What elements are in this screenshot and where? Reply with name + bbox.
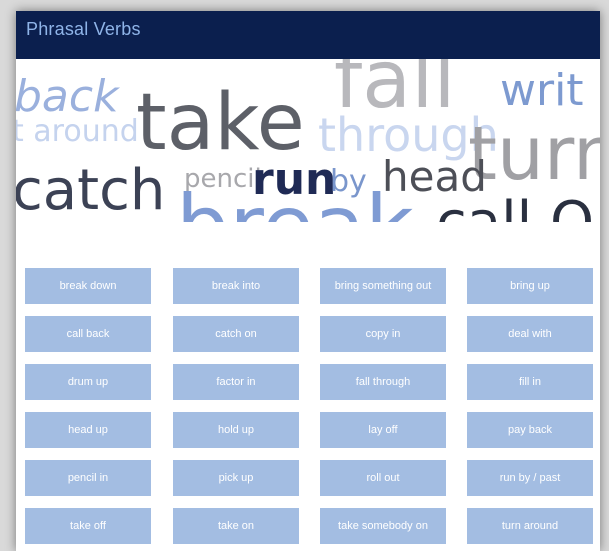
verb-button[interactable]: lay off — [320, 412, 446, 448]
verb-button[interactable]: factor in — [173, 364, 299, 400]
verb-button[interactable]: bring up — [467, 268, 593, 304]
verb-button[interactable]: pencil in — [25, 460, 151, 496]
banner-word: writ — [500, 65, 584, 116]
page-title: Phrasal Verbs — [26, 19, 141, 39]
banner-word: call O — [436, 190, 594, 222]
verb-button[interactable]: take somebody on — [320, 508, 446, 544]
verb-button[interactable]: catch on — [173, 316, 299, 352]
banner-word: take — [128, 59, 200, 63]
verb-button[interactable]: turn around — [467, 508, 593, 544]
verb-button[interactable]: copy in — [320, 316, 446, 352]
verb-button[interactable]: take on — [173, 508, 299, 544]
app-frame: Phrasal Verbs take throw back take fall … — [16, 11, 600, 551]
banner-word: catch — [16, 158, 165, 222]
verb-button[interactable]: deal with — [467, 316, 593, 352]
verb-button[interactable]: pick up — [173, 460, 299, 496]
verb-button[interactable]: break down — [25, 268, 151, 304]
word-cloud-banner: take throw back take fall writ t around … — [16, 59, 600, 222]
banner-word: break — [176, 177, 414, 222]
verb-button[interactable]: drum up — [25, 364, 151, 400]
verb-button[interactable]: run by / past — [467, 460, 593, 496]
verb-button[interactable]: fill in — [467, 364, 593, 400]
banner-word: turn — [468, 111, 600, 197]
verb-button[interactable]: call back — [25, 316, 151, 352]
verb-button[interactable]: take off — [25, 508, 151, 544]
verb-button[interactable]: bring something out — [320, 268, 446, 304]
verb-button[interactable]: fall through — [320, 364, 446, 400]
banner-word: t around — [16, 114, 139, 149]
verb-button[interactable]: pay back — [467, 412, 593, 448]
verb-button[interactable]: head up — [25, 412, 151, 448]
verb-button[interactable]: break into — [173, 268, 299, 304]
verb-button[interactable]: roll out — [320, 460, 446, 496]
verb-button[interactable]: hold up — [173, 412, 299, 448]
title-bar: Phrasal Verbs — [16, 11, 600, 59]
